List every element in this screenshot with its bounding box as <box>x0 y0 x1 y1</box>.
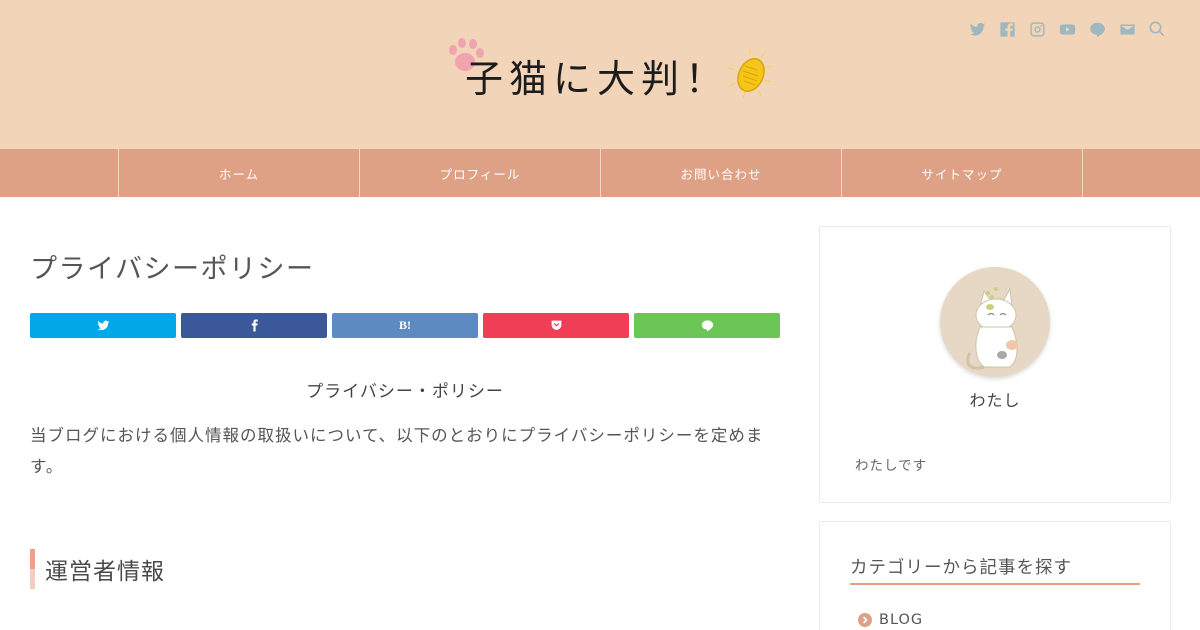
facebook-f-icon <box>251 319 258 332</box>
nav-list: ホーム プロフィール お問い合わせ サイトマップ <box>118 149 1083 197</box>
instagram-icon[interactable] <box>1028 20 1046 38</box>
global-nav: ホーム プロフィール お問い合わせ サイトマップ <box>0 149 1200 197</box>
site-header: 子猫に大判！ <box>0 0 1200 149</box>
category-heading: カテゴリーから記事を探す <box>850 554 1140 585</box>
page-title: プライバシーポリシー <box>30 254 315 285</box>
section-accent-bar <box>30 549 35 589</box>
nav-item-sitemap[interactable]: サイトマップ <box>842 149 1083 197</box>
share-twitter-button[interactable] <box>30 313 176 338</box>
cat-avatar-icon <box>966 287 1018 370</box>
facebook-icon[interactable] <box>998 20 1016 38</box>
nav-item-contact[interactable]: お問い合わせ <box>601 149 842 197</box>
category-item[interactable]: BLOG <box>858 612 923 628</box>
category-item-label: BLOG <box>879 612 924 628</box>
share-hatena-button[interactable]: B! <box>332 313 478 338</box>
profile-description: わたしです <box>855 458 928 474</box>
nav-item-home[interactable]: ホーム <box>119 149 360 197</box>
section-heading: 運営者情報 <box>30 549 165 589</box>
twitter-icon[interactable] <box>968 20 986 38</box>
line-icon <box>701 320 713 332</box>
share-facebook-button[interactable] <box>181 313 327 338</box>
category-widget: カテゴリーから記事を探す BLOG <box>819 521 1171 630</box>
youtube-icon[interactable] <box>1058 20 1076 38</box>
intro-paragraph: 当ブログにおける個人情報の取扱いについて、以下のとおりにプライバシーポリシーを定… <box>30 426 764 476</box>
profile-widget: わたし わたしです <box>819 226 1171 503</box>
pocket-icon <box>551 320 561 330</box>
policy-heading: プライバシー・ポリシー <box>306 382 504 402</box>
share-buttons: B! <box>30 313 780 338</box>
site-title: 子猫に大判！ <box>465 57 730 101</box>
koban-coin-icon <box>727 48 773 99</box>
mail-icon[interactable] <box>1118 20 1136 38</box>
twitter-icon <box>97 320 109 331</box>
social-links <box>968 20 1166 38</box>
section-heading-text: 運営者情報 <box>45 559 165 585</box>
line-icon[interactable] <box>1088 20 1106 38</box>
share-pocket-button[interactable] <box>483 313 629 338</box>
site-logo[interactable]: 子猫に大判！ <box>445 36 775 102</box>
avatar <box>940 267 1050 377</box>
search-icon[interactable] <box>1148 20 1166 38</box>
nav-item-profile[interactable]: プロフィール <box>360 149 601 197</box>
chevron-right-icon <box>858 613 872 627</box>
profile-name: わたし <box>969 391 1021 410</box>
share-line-button[interactable] <box>634 313 780 338</box>
